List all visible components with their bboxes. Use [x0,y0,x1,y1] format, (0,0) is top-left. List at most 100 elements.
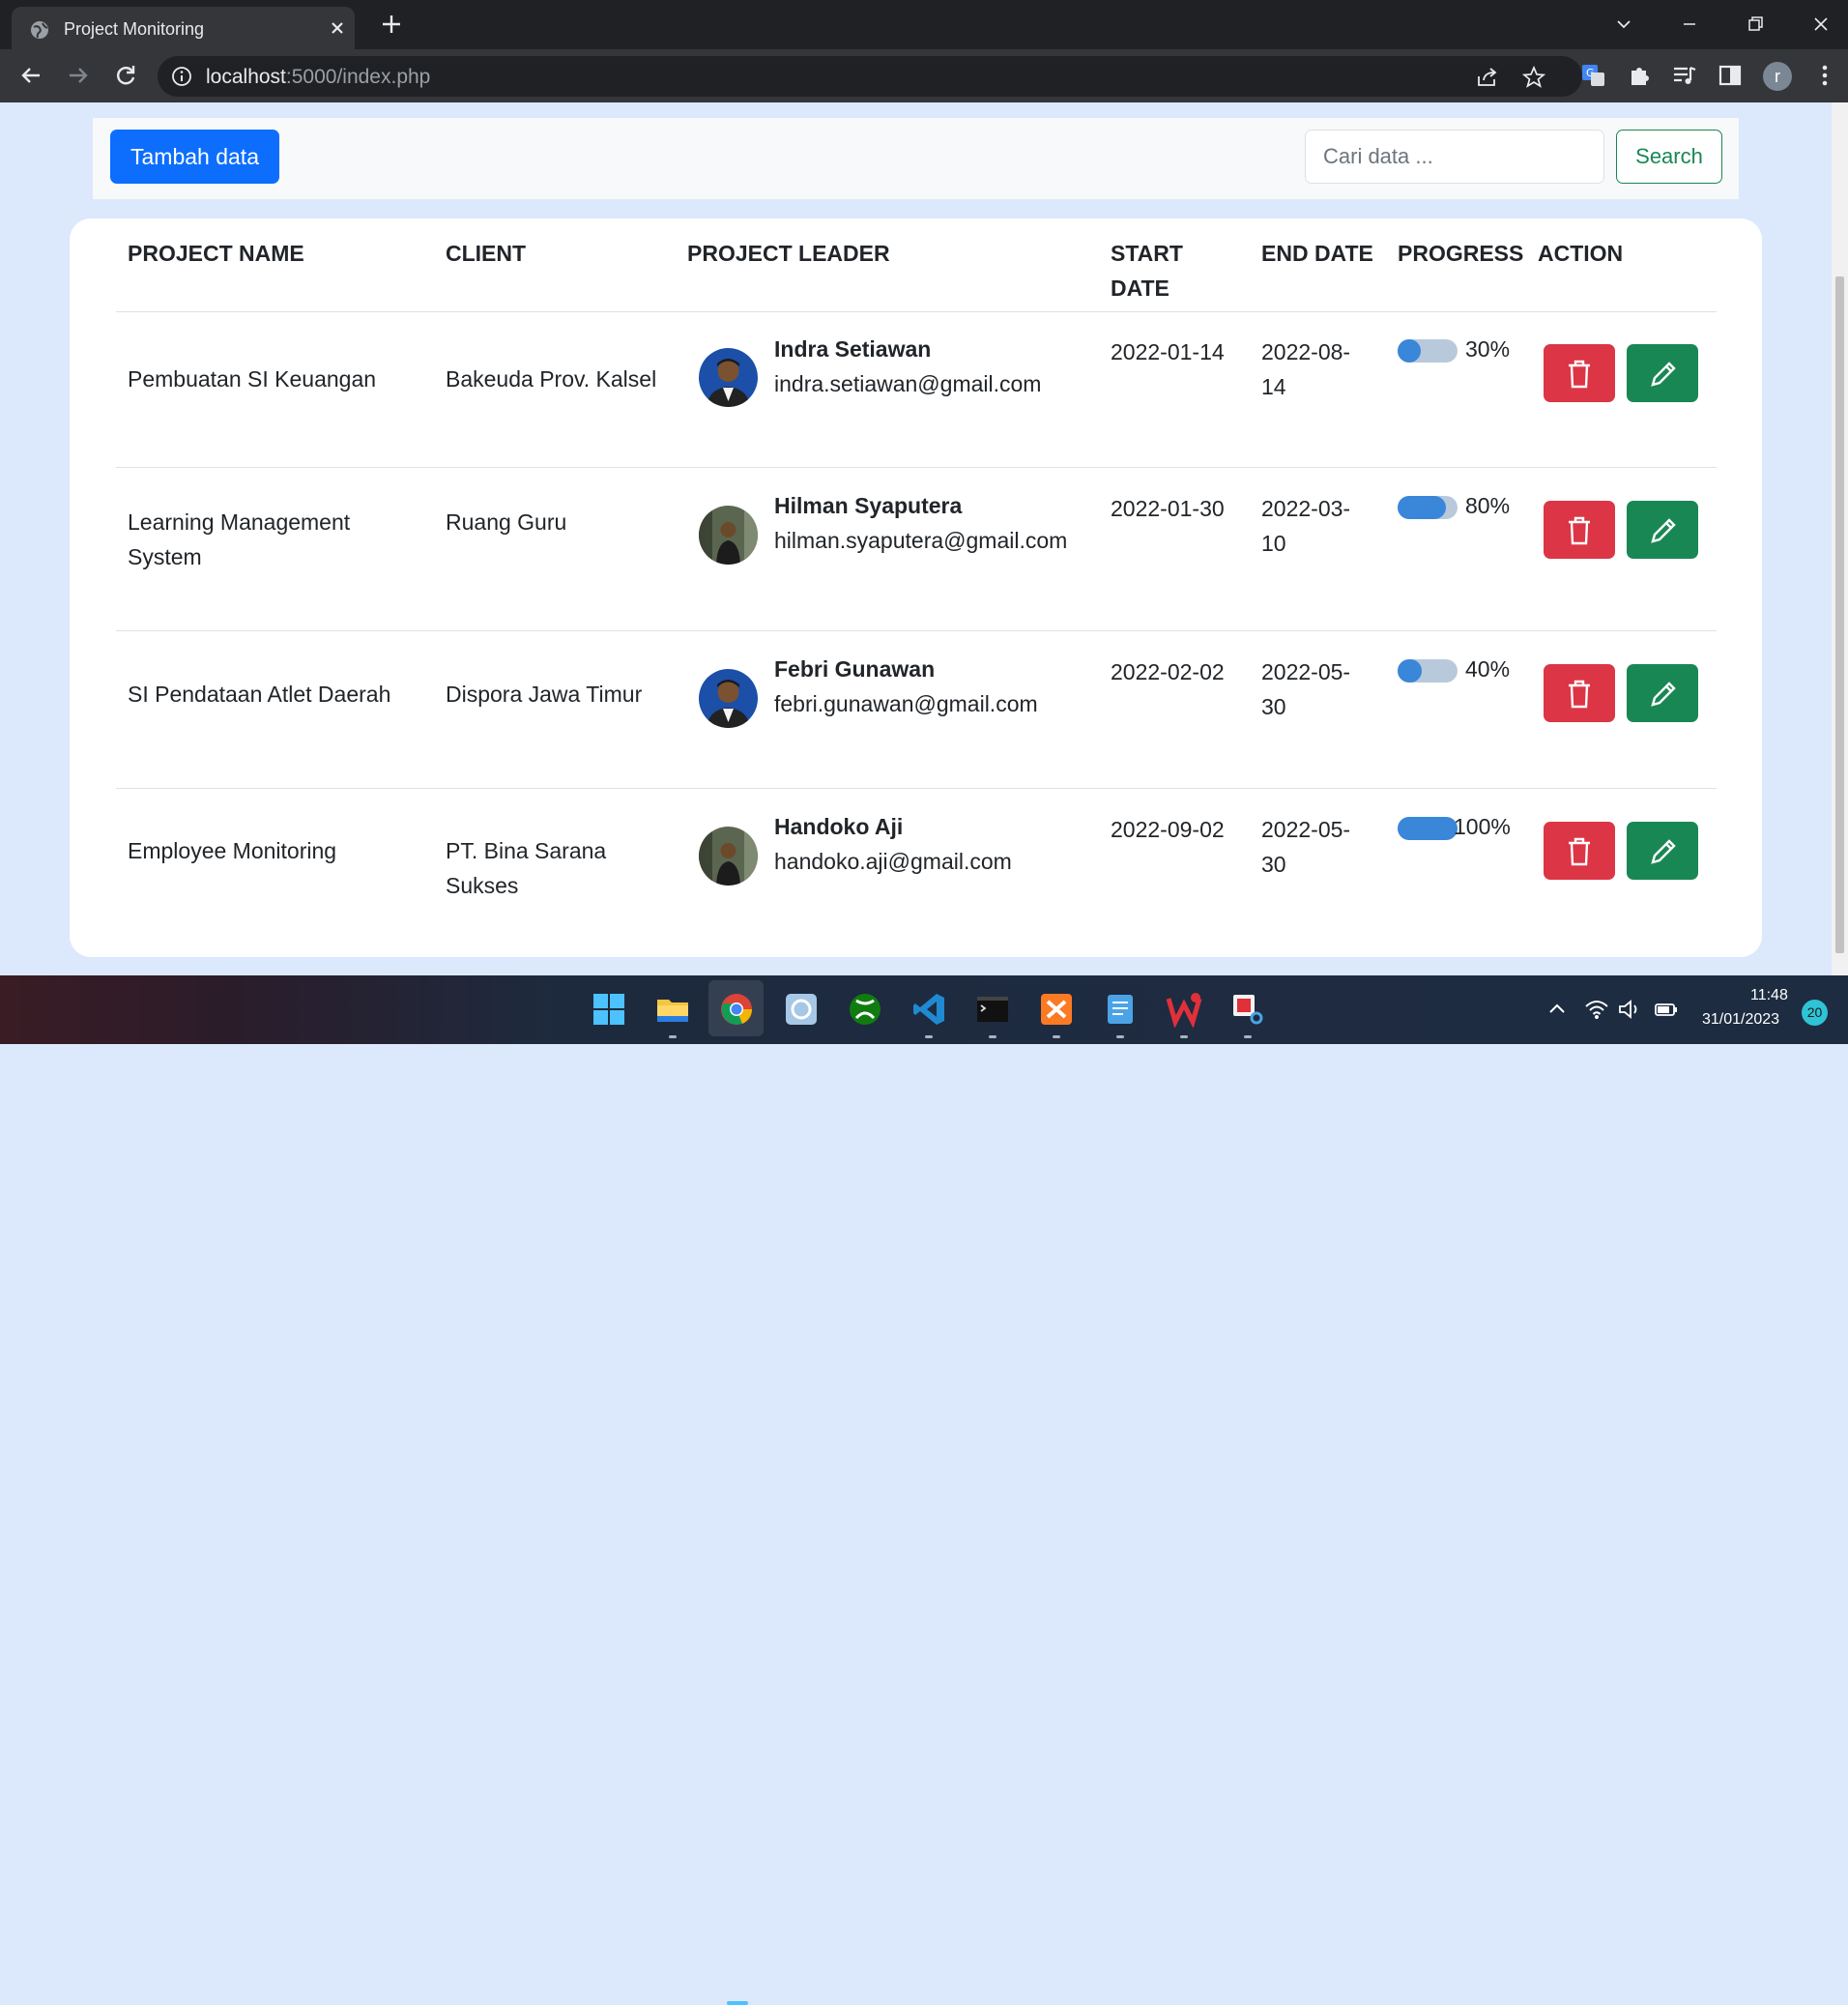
end-date: 2022-03- 10 [1261,496,1351,556]
edit-button[interactable] [1627,501,1698,559]
header-divider [116,311,1717,312]
progress-label: 40% [1465,656,1511,682]
start-date: 2022-09-02 [1111,817,1225,842]
battery-icon[interactable] [1653,996,1680,1023]
start-date: 2022-01-30 [1111,496,1225,521]
delete-button[interactable] [1544,822,1615,880]
vscode-icon[interactable] [910,991,947,1028]
trash-icon [1569,680,1590,709]
header-project-leader: PROJECT LEADER [687,241,890,266]
edit-button[interactable] [1627,822,1698,880]
header-project-name: PROJECT NAME [128,241,304,266]
xampp-icon[interactable] [1038,991,1075,1028]
header-progress: PROGRESS [1398,241,1524,266]
tray-overflow-chevron-icon[interactable] [1544,996,1571,1023]
edit-button[interactable] [1627,344,1698,402]
scrollbar-thumb[interactable] [1835,276,1844,953]
globe-icon [31,21,48,39]
leader-email: handoko.aji@gmail.com [774,849,1012,874]
start-date: 2022-02-02 [1111,659,1225,684]
leader-name: Handoko Aji [774,814,904,839]
terminal-icon[interactable] [974,991,1011,1028]
notepad-icon[interactable] [1102,991,1139,1028]
trash-icon [1569,837,1590,866]
project-name: SI Pendataan Atlet Daerah [128,682,391,707]
profile-avatar[interactable]: r [1763,62,1792,91]
client-name: Bakeuda Prov. Kalsel [446,366,657,392]
close-window-icon[interactable] [1807,12,1834,37]
info-icon[interactable] [171,66,192,87]
browser-tab-bar: Project Monitoring [0,0,1848,49]
end-date: 2022-08- 14 [1261,339,1351,399]
back-icon[interactable] [17,62,44,89]
forward-icon[interactable] [65,62,92,89]
leader-email: hilman.syaputera@gmail.com [774,528,1068,553]
page-scrollbar[interactable] [1832,102,1848,975]
leader-name: Hilman Syaputera [774,493,963,518]
restore-icon[interactable] [1742,12,1769,37]
media-control-icon[interactable] [1671,62,1698,89]
running-indicator [1053,1035,1060,1038]
pencil-icon [1651,518,1676,543]
translate-extension-icon[interactable]: G [1579,62,1606,89]
running-indicator [1180,1035,1188,1038]
new-tab-icon[interactable] [379,12,404,37]
end-date: 2022-05- 30 [1261,659,1351,719]
clock-time[interactable]: 11:48 [1750,987,1788,1004]
extensions-puzzle-icon[interactable] [1627,62,1654,89]
progress-bar [1398,817,1458,840]
avatar [699,827,758,886]
progress-label: 30% [1465,336,1511,362]
running-indicator [669,1035,677,1038]
pencil-icon [1651,682,1676,707]
progress-bar [1398,496,1458,519]
project-name: Employee Monitoring [128,838,337,863]
tab-search-icon[interactable] [1610,12,1637,37]
clock-date[interactable]: 31/01/2023 [1702,1011,1779,1029]
chrome-icon[interactable] [718,991,755,1028]
side-panel-icon[interactable] [1717,62,1744,89]
leader-name: Febri Gunawan [774,656,936,682]
windows-start-icon[interactable] [591,991,627,1028]
row-divider [116,467,1717,468]
leader-email: febri.gunawan@gmail.com [774,691,1038,716]
reload-icon[interactable] [112,62,139,89]
projects-table-card: PROJECT NAME CLIENT PROJECT LEADER START… [70,218,1762,957]
avatar [699,669,758,728]
client-name: Ruang Guru [446,509,567,535]
volume-icon[interactable] [1616,996,1643,1023]
minimize-icon[interactable] [1676,12,1703,37]
delete-button[interactable] [1544,664,1615,722]
close-tab-icon[interactable] [326,16,349,40]
edit-button[interactable] [1627,664,1698,722]
bookmark-star-icon[interactable] [1521,65,1546,90]
add-data-button[interactable]: Tambah data [110,130,279,184]
progress-bar [1398,659,1458,683]
wifi-icon[interactable] [1583,996,1610,1023]
share-icon[interactable] [1475,65,1500,90]
running-indicator [925,1035,933,1038]
remote-desktop-icon[interactable] [783,991,820,1028]
address-bar[interactable]: localhost:5000/index.php [158,56,1582,97]
delete-button[interactable] [1544,501,1615,559]
progress-label: 100% [1454,814,1511,839]
page-content: Tambah data Search PROJECT NAME CLIENT P… [0,102,1848,975]
os-taskbar: 11:48 31/01/2023 20 [0,975,1848,2005]
row-divider [116,788,1717,789]
file-explorer-icon[interactable] [654,991,691,1028]
xbox-icon[interactable] [847,991,883,1028]
avatar [699,348,758,407]
delete-button[interactable] [1544,344,1615,402]
project-name: Pembuatan SI Keuangan [128,366,377,392]
action-toolbar: Tambah data Search [93,118,1739,199]
wps-office-icon[interactable] [1166,991,1202,1028]
client-name: Dispora Jawa Timur [446,682,643,707]
notification-badge[interactable]: 20 [1802,1000,1828,1026]
browser-tab[interactable]: Project Monitoring [12,7,355,49]
menu-kebab-icon[interactable] [1811,62,1838,89]
snipping-tool-icon[interactable] [1229,991,1266,1028]
header-start-date: START DATE [1111,241,1183,301]
search-button[interactable]: Search [1616,130,1722,184]
browser-toolbar: localhost:5000/index.php G r [0,49,1848,102]
search-input[interactable] [1305,130,1604,184]
